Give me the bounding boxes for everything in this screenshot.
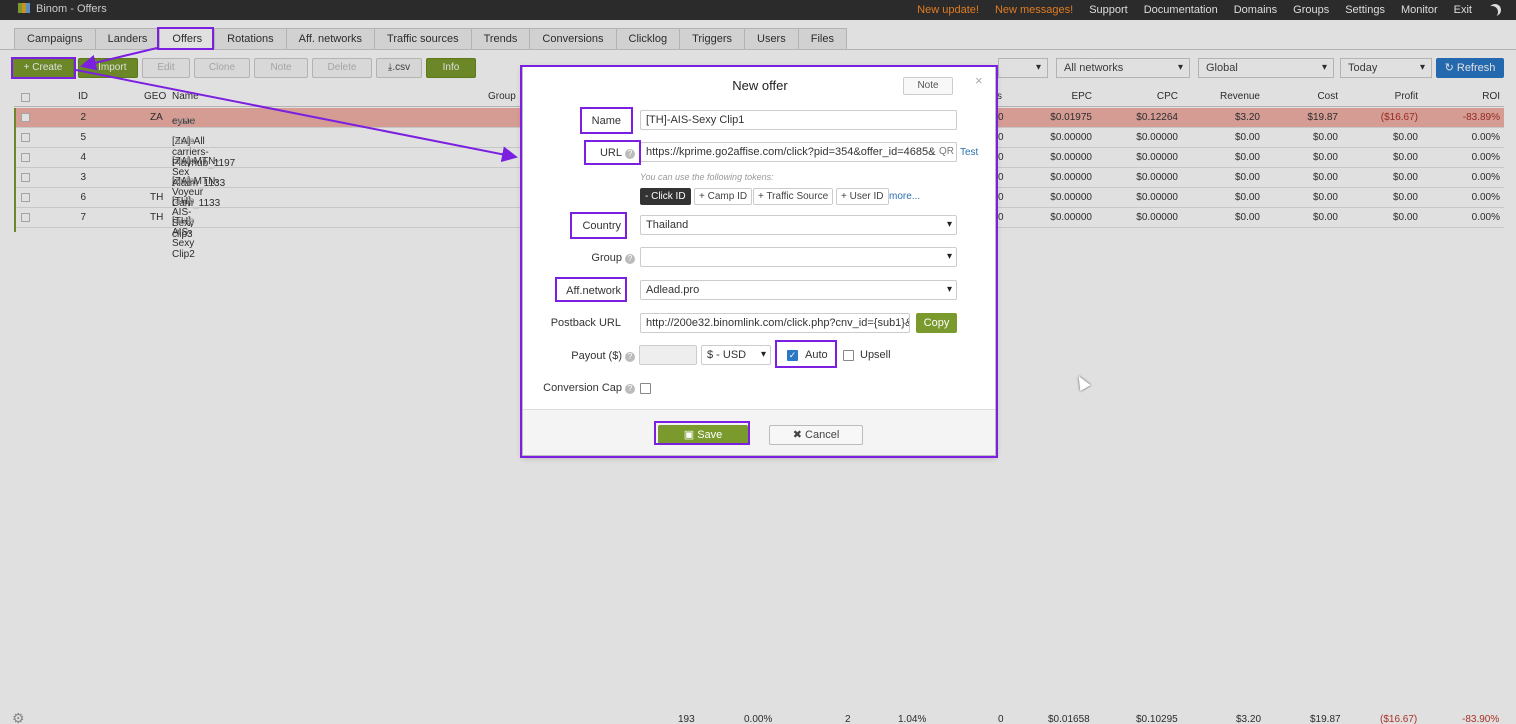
name-label: Name xyxy=(591,115,621,127)
conversion-cap-label: Conversion Cap? xyxy=(527,382,635,394)
payout-label: Payout ($)? xyxy=(533,350,635,362)
url-field[interactable]: https://kprime.go2affise.com/click?pid=3… xyxy=(640,142,957,162)
more-tokens-link[interactable]: more... xyxy=(889,191,920,202)
nav-exit[interactable]: Exit xyxy=(1454,4,1472,16)
top-bar: Binom - Offers New update! New messages!… xyxy=(0,0,1516,20)
auto-label: Auto xyxy=(805,349,828,361)
save-label: Save xyxy=(697,429,723,441)
new-offer-dialog: New offer Note × Name [TH]-AIS-Sexy Clip… xyxy=(522,66,996,456)
nav-groups[interactable]: Groups xyxy=(1293,4,1329,16)
close-icon[interactable]: × xyxy=(975,73,983,88)
tokens-hint: You can use the following tokens: xyxy=(640,172,774,182)
auto-checkbox[interactable]: ✓ xyxy=(787,350,798,361)
nav-domains[interactable]: Domains xyxy=(1234,4,1277,16)
postback-label: Postback URL xyxy=(550,317,621,329)
currency-select[interactable]: $ - USD xyxy=(701,345,771,365)
group-select[interactable] xyxy=(640,247,957,267)
token-click-id[interactable]: - Click ID xyxy=(640,188,691,205)
dialog-footer: ▣ Save ✖ Cancel xyxy=(523,409,995,455)
aff-network-label: Aff.network xyxy=(566,285,621,297)
app-title: Binom - Offers xyxy=(36,3,107,15)
cancel-label: Cancel xyxy=(805,429,840,441)
cancel-icon: ✖ xyxy=(792,429,806,441)
token-user-id[interactable]: + User ID xyxy=(836,188,889,205)
nav-settings[interactable]: Settings xyxy=(1345,4,1385,16)
save-icon: ▣ xyxy=(683,429,698,441)
cancel-button[interactable]: ✖ Cancel xyxy=(769,425,863,445)
url-label: URL? xyxy=(563,147,635,159)
postback-url-field[interactable]: http://200e32.binomlink.com/click.php?cn… xyxy=(640,313,910,333)
new-update-link[interactable]: New update! xyxy=(917,4,979,16)
nav-support[interactable]: Support xyxy=(1089,4,1128,16)
copy-postback-button[interactable]: Copy xyxy=(916,313,957,333)
country-label: Country xyxy=(582,220,621,232)
token-traffic-source[interactable]: + Traffic Source xyxy=(753,188,834,205)
upsell-checkbox[interactable] xyxy=(843,350,854,361)
test-link[interactable]: Test xyxy=(960,147,978,158)
conversion-cap-checkbox[interactable] xyxy=(640,383,651,394)
payout-field[interactable] xyxy=(639,345,697,365)
token-camp-id[interactable]: + Camp ID xyxy=(694,188,753,205)
name-field[interactable]: [TH]-AIS-Sexy Clip1 xyxy=(640,110,957,130)
group-label-text: Group xyxy=(591,252,622,264)
app-brand[interactable]: Binom - Offers xyxy=(18,3,107,15)
dialog-note-button[interactable]: Note xyxy=(903,77,953,95)
url-label-text: URL xyxy=(599,147,622,159)
cap-label-text: Conversion Cap xyxy=(543,382,622,394)
nav-documentation[interactable]: Documentation xyxy=(1144,4,1218,16)
binom-logo-icon xyxy=(18,3,30,13)
help-icon[interactable]: ? xyxy=(625,149,635,159)
qr-button[interactable]: QR xyxy=(939,146,954,157)
help-icon[interactable]: ? xyxy=(625,254,635,264)
payout-label-text: Payout ($) xyxy=(571,350,622,362)
country-select[interactable]: Thailand xyxy=(640,215,957,235)
group-label: Group? xyxy=(553,252,635,264)
nav-monitor[interactable]: Monitor xyxy=(1401,4,1438,16)
aff-network-select[interactable]: Adlead.pro xyxy=(640,280,957,300)
new-messages-link[interactable]: New messages! xyxy=(995,4,1073,16)
help-icon[interactable]: ? xyxy=(625,384,635,394)
save-button[interactable]: ▣ Save xyxy=(658,425,748,445)
help-icon[interactable]: ? xyxy=(625,352,635,362)
top-nav: New update! New messages! Support Docume… xyxy=(917,0,1516,20)
upsell-label: Upsell xyxy=(860,349,891,361)
night-mode-icon[interactable] xyxy=(1486,6,1498,18)
